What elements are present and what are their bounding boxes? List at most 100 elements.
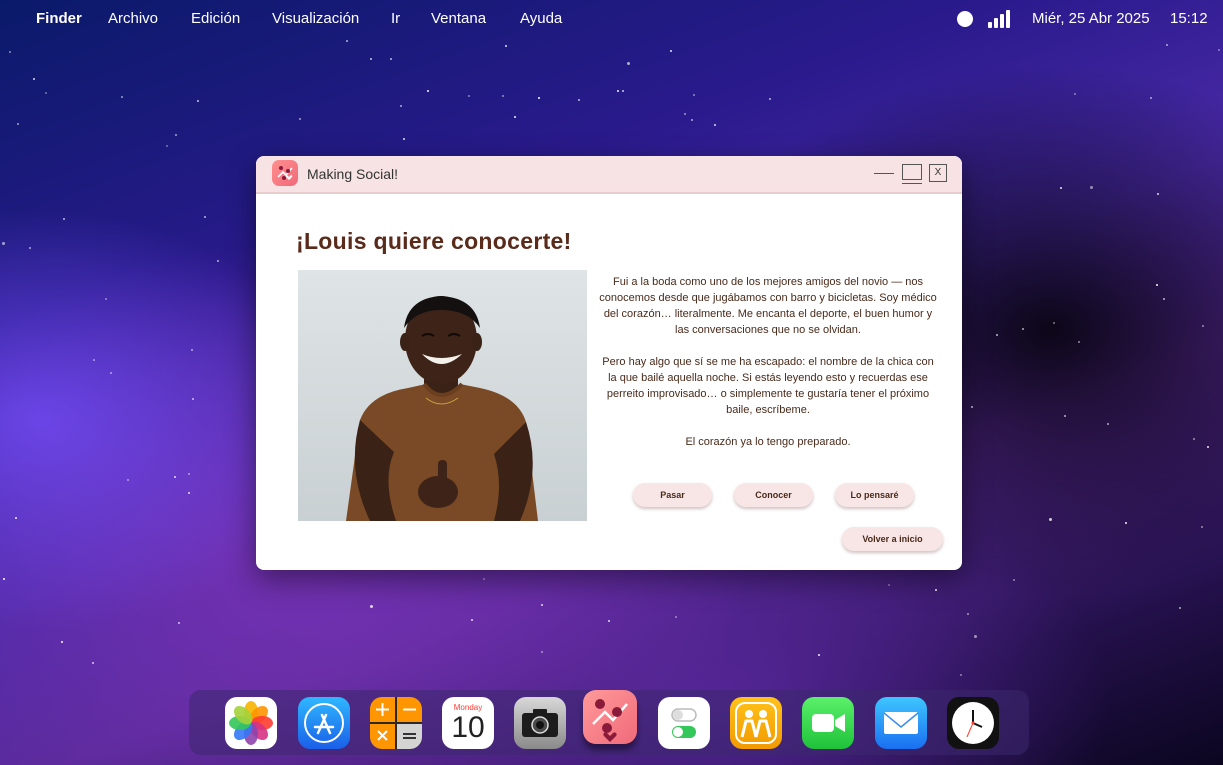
menu-edicion[interactable]: Edición: [191, 10, 240, 27]
star: [538, 97, 540, 99]
star: [1157, 193, 1159, 195]
star: [400, 105, 402, 107]
star: [191, 349, 193, 351]
star: [17, 123, 19, 125]
star: [971, 406, 973, 408]
star: [818, 654, 820, 656]
star: [693, 94, 695, 96]
facetime-icon[interactable]: [802, 697, 854, 749]
star: [684, 113, 686, 115]
profile-bio: Fui a la boda como uno de los mejores am…: [598, 274, 938, 466]
star: [769, 98, 771, 100]
star: [502, 95, 504, 97]
making-social-app-icon: [272, 160, 298, 186]
making-social-window: Making Social! X ¡Louis quiere conocerte…: [256, 156, 962, 570]
star: [622, 90, 624, 92]
star: [175, 134, 177, 136]
star: [188, 473, 190, 475]
star: [9, 51, 11, 53]
star: [33, 78, 35, 80]
star: [691, 119, 693, 121]
star: [468, 95, 470, 97]
star: [1074, 93, 1076, 95]
menu-ventana[interactable]: Ventana: [431, 10, 486, 27]
star: [505, 45, 507, 47]
star: [105, 298, 107, 300]
calendar-day-number: 10: [451, 711, 485, 744]
star: [670, 50, 672, 52]
star: [608, 620, 610, 622]
star: [1163, 298, 1165, 300]
mail-icon[interactable]: [875, 697, 927, 749]
app-store-icon[interactable]: [298, 697, 350, 749]
star: [127, 479, 129, 481]
star: [1156, 284, 1158, 286]
think-about-it-button[interactable]: Lo pensaré: [835, 483, 914, 507]
menu-ir[interactable]: Ir: [391, 10, 400, 27]
title-bar[interactable]: Making Social! X: [256, 156, 962, 194]
star: [15, 517, 17, 519]
star: [1064, 415, 1066, 417]
star: [514, 116, 516, 118]
star: [299, 118, 301, 120]
star: [888, 584, 890, 586]
star: [29, 247, 31, 249]
star: [93, 359, 95, 361]
photos-icon[interactable]: [225, 697, 277, 749]
dock: Monday 10: [189, 690, 1029, 755]
bio-paragraph: Pero hay algo que sí se me ha escapado: …: [602, 356, 934, 416]
bio-paragraph: Fui a la boda como uno de los mejores am…: [599, 276, 937, 336]
signal-strength-icon[interactable]: [988, 10, 1012, 28]
find-my-friends-icon[interactable]: [730, 697, 782, 749]
clock-icon[interactable]: [947, 697, 999, 749]
star: [390, 58, 392, 60]
star: [1090, 186, 1093, 189]
star: [427, 90, 429, 92]
star: [967, 613, 969, 615]
star: [1207, 446, 1209, 448]
star: [63, 218, 65, 220]
calendar-icon[interactable]: Monday 10: [442, 697, 494, 749]
pass-button[interactable]: Pasar: [633, 483, 712, 507]
star: [110, 372, 112, 374]
star: [1150, 97, 1152, 99]
menu-finder[interactable]: Finder: [36, 10, 82, 27]
star: [178, 622, 180, 624]
star: [1125, 522, 1127, 524]
menu-ayuda[interactable]: Ayuda: [520, 10, 562, 27]
star: [166, 145, 168, 147]
star: [483, 578, 485, 580]
star: [61, 641, 63, 643]
maximize-button[interactable]: [902, 164, 922, 184]
star: [1060, 187, 1062, 189]
star: [370, 605, 373, 608]
control-center-icon[interactable]: [957, 11, 973, 27]
close-button[interactable]: X: [929, 164, 947, 182]
star: [974, 635, 977, 638]
star: [188, 492, 190, 494]
star: [1201, 526, 1203, 528]
back-to-home-button[interactable]: Volver a inicio: [842, 527, 943, 551]
menubar-date[interactable]: Miér, 25 Abr 2025: [1032, 10, 1150, 27]
star: [370, 58, 372, 60]
menubar-time[interactable]: 15:12: [1170, 10, 1208, 27]
making-social-icon[interactable]: [583, 690, 637, 744]
menu-visualizacion[interactable]: Visualización: [272, 10, 359, 27]
camera-icon[interactable]: [514, 697, 566, 749]
star: [403, 138, 405, 140]
star: [192, 398, 194, 400]
star: [1166, 44, 1168, 46]
meet-button[interactable]: Conocer: [734, 483, 813, 507]
star: [217, 260, 219, 262]
settings-icon[interactable]: [658, 697, 710, 749]
menu-archivo[interactable]: Archivo: [108, 10, 158, 27]
minimize-button[interactable]: [874, 173, 894, 174]
star: [960, 674, 962, 676]
calculator-icon[interactable]: [370, 697, 422, 749]
star: [1049, 518, 1052, 521]
star: [1179, 607, 1181, 609]
star: [1218, 49, 1220, 51]
profile-photo: [298, 270, 587, 521]
star: [3, 578, 5, 580]
star: [996, 334, 998, 336]
